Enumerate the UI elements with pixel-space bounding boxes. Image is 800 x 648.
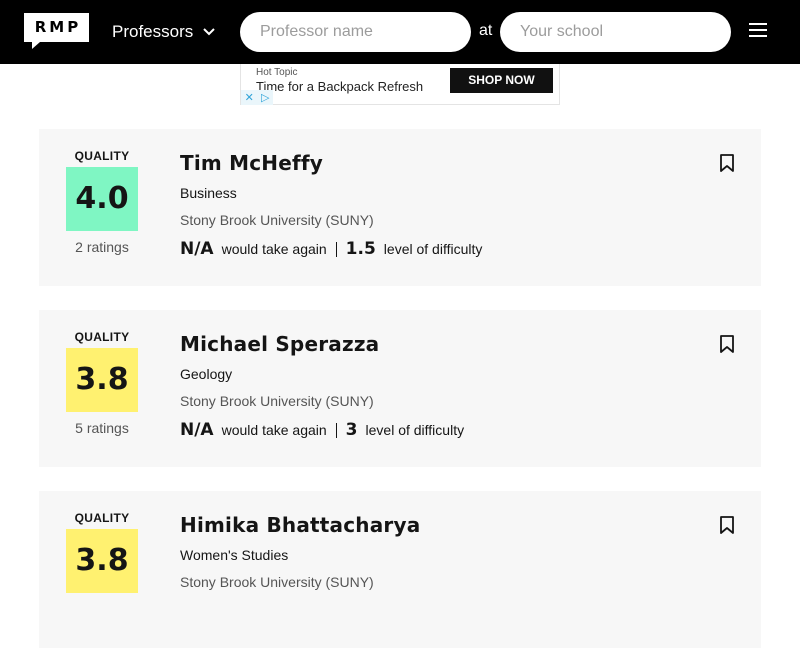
would-take-again-label: would take again [221, 422, 327, 438]
professor-department: Women's Studies [180, 547, 289, 563]
bookmark-icon[interactable] [719, 334, 735, 354]
search-type-label: Professors [112, 22, 194, 41]
bookmark-icon[interactable] [719, 515, 735, 535]
professor-school: Stony Brook University (SUNY) [180, 393, 374, 409]
difficulty-value: 1.5 [345, 239, 376, 259]
professor-name[interactable]: Himika Bhattacharya [180, 513, 420, 537]
difficulty-value: 3 [345, 420, 358, 440]
would-take-again-value: N/A [180, 420, 214, 440]
difficulty-label: level of difficulty [365, 422, 465, 438]
ad-shop-now-button[interactable]: SHOP NOW [450, 68, 553, 93]
professor-card[interactable]: QUALITY 3.8 5 ratings Michael Sperazza G… [39, 310, 761, 467]
hamburger-menu-icon[interactable] [748, 23, 768, 41]
quality-score: 3.8 [66, 348, 138, 412]
would-take-again-label: would take again [221, 241, 327, 257]
professor-name[interactable]: Michael Sperazza [180, 332, 379, 356]
ad-brand: Hot Topic [256, 67, 298, 78]
search-type-dropdown[interactable]: Professors [112, 20, 215, 44]
professor-school: Stony Brook University (SUNY) [180, 212, 374, 228]
difficulty-label: level of difficulty [383, 241, 483, 257]
quality-label: QUALITY [74, 149, 130, 163]
chevron-down-icon [203, 28, 215, 36]
ratings-count: 5 ratings [75, 420, 129, 436]
logo-tail [32, 42, 40, 49]
professor-stats: N/A would take again 3 level of difficul… [180, 419, 464, 441]
would-take-again-value: N/A [180, 239, 214, 259]
stat-divider [335, 422, 337, 438]
ad-choices-icon[interactable]: ✕ ▷ [241, 90, 273, 105]
professor-stats: N/A would take again 1.5 level of diffic… [180, 238, 482, 260]
professor-card[interactable]: QUALITY 3.8 Himika Bhattacharya Women's … [39, 491, 761, 648]
quality-score: 3.8 [66, 529, 138, 593]
school-search-input[interactable] [500, 12, 731, 52]
site-header: RMP Professors at [0, 0, 800, 64]
professor-name[interactable]: Tim McHeffy [180, 151, 323, 175]
quality-label: QUALITY [74, 511, 130, 525]
quality-score: 4.0 [66, 167, 138, 231]
rmp-logo[interactable]: RMP [24, 13, 89, 49]
at-label: at [479, 22, 493, 39]
ad-close-icon[interactable]: ✕ [245, 91, 254, 104]
professor-school: Stony Brook University (SUNY) [180, 574, 374, 590]
professor-department: Geology [180, 366, 233, 382]
stat-divider [335, 241, 337, 257]
quality-label: QUALITY [74, 330, 130, 344]
professor-search-input[interactable] [240, 12, 471, 52]
ad-banner[interactable]: Hot Topic Time for a Backpack Refresh SH… [240, 64, 560, 105]
professor-card[interactable]: QUALITY 4.0 2 ratings Tim McHeffy Busine… [39, 129, 761, 286]
professor-department: Business [180, 185, 237, 201]
ad-info-icon[interactable]: ▷ [261, 91, 269, 104]
bookmark-icon[interactable] [719, 153, 735, 173]
ad-headline[interactable]: Time for a Backpack Refresh [256, 79, 423, 94]
ratings-count: 2 ratings [75, 239, 129, 255]
logo-text: RMP [24, 13, 89, 42]
